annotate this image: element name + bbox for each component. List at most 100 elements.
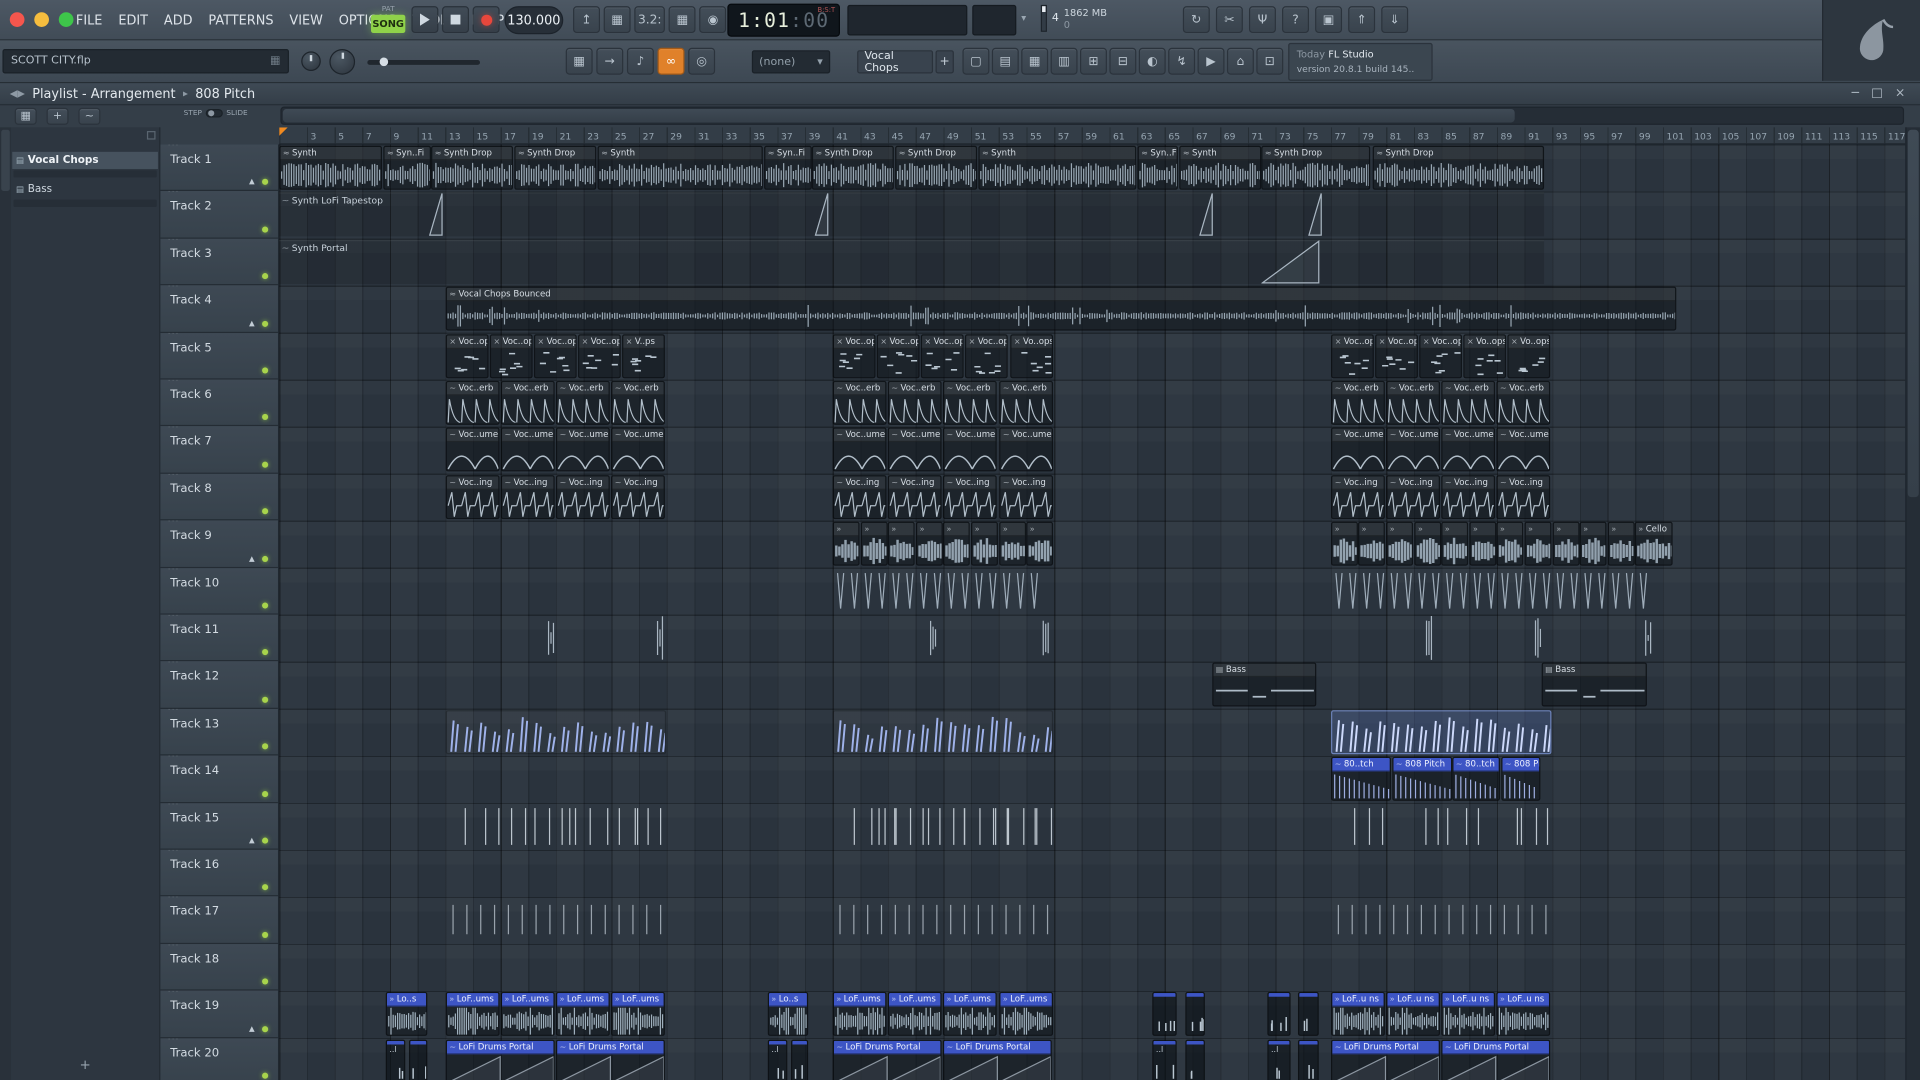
vertical-scroll-thumb[interactable] bbox=[1907, 129, 1919, 498]
clip--l[interactable]: ..l bbox=[767, 1039, 788, 1080]
view-step-seq-icon[interactable]: ▦ bbox=[1021, 47, 1049, 75]
clip-ramp[interactable] bbox=[1308, 192, 1324, 236]
clip-vo-ops[interactable]: × Vo..ops bbox=[1507, 334, 1551, 379]
clip-voc-ops[interactable]: ×Voc..ops bbox=[876, 334, 920, 379]
help-icon[interactable]: ? bbox=[1282, 6, 1309, 34]
clip-voc-ing[interactable]: ~ Voc..ing bbox=[832, 475, 887, 520]
shuffle-slider[interactable] bbox=[367, 57, 480, 67]
view-shop-icon[interactable]: ⊡ bbox=[1256, 47, 1284, 75]
smart-disable-icon[interactable]: ◎ bbox=[688, 47, 716, 75]
view-tempo-tap-icon[interactable]: ◐ bbox=[1138, 47, 1166, 75]
cut-icon[interactable]: ✂ bbox=[1215, 6, 1243, 34]
clip-cello[interactable]: » Cello bbox=[1634, 521, 1673, 566]
clip-vo-ops[interactable]: × Vo..ops bbox=[1463, 334, 1507, 379]
clip-voc-ing[interactable]: ~ Voc..ing bbox=[999, 475, 1054, 520]
menu-item-patterns[interactable]: PATTERNS bbox=[208, 13, 273, 28]
clip-lines15[interactable] bbox=[1331, 804, 1551, 848]
clip-voc-ume[interactable]: ~ Voc..ume bbox=[611, 427, 665, 472]
track-header-4[interactable]: ··· Track 4 ▲ bbox=[160, 282, 278, 333]
clip-hits[interactable] bbox=[1185, 991, 1205, 1036]
clip-synth-portal[interactable]: ~ Synth Portal bbox=[279, 240, 1545, 285]
clip-syn-fi[interactable]: ≈ Syn..Fi bbox=[383, 145, 432, 190]
clip-lines17[interactable] bbox=[446, 898, 666, 942]
clip-blip[interactable] bbox=[1534, 616, 1542, 660]
clip-adrum[interactable]: » bbox=[971, 521, 998, 566]
clip-80-tch[interactable]: ~80..tch bbox=[1452, 756, 1500, 801]
clip-vee[interactable] bbox=[1331, 569, 1662, 613]
clip-voc-ops[interactable]: ×Voc..ops bbox=[533, 334, 577, 379]
play-button[interactable] bbox=[411, 6, 439, 34]
track-mute-led[interactable] bbox=[262, 555, 269, 562]
clip-adrum[interactable]: » bbox=[1441, 521, 1469, 566]
clip-voc-erb[interactable]: ~ Voc..erb bbox=[832, 380, 887, 425]
clip-voc-ume[interactable]: ~ Voc..ume bbox=[445, 427, 500, 472]
view-project-icon[interactable]: ⌂ bbox=[1226, 47, 1254, 75]
note-icon[interactable]: ♪ bbox=[626, 47, 654, 75]
clip-voc-ume[interactable]: ~ Voc..ume bbox=[832, 427, 887, 472]
clip-voc-ops[interactable]: ×Voc..ops bbox=[832, 334, 876, 379]
clip-v-ps[interactable]: × V..ps bbox=[622, 334, 665, 379]
track-header-13[interactable]: ··· Track 13 bbox=[160, 705, 278, 756]
clip-voc-ing[interactable]: ~ Voc..ing bbox=[500, 475, 555, 520]
clip-lofi-drums-portal[interactable]: ~ LoFi Drums Portal bbox=[555, 1039, 665, 1080]
track-header-3[interactable]: ··· Track 3 bbox=[160, 235, 278, 286]
chevron-down-icon[interactable]: ▾ bbox=[1021, 12, 1026, 23]
stop-button[interactable] bbox=[442, 6, 469, 34]
clip-voc-ume[interactable]: ~ Voc..ume bbox=[887, 427, 942, 472]
clip-voc-erb[interactable]: ~ Voc..erb bbox=[999, 380, 1054, 425]
tempo-display[interactable]: 130.000 bbox=[504, 6, 564, 35]
track-mute-led[interactable] bbox=[262, 743, 269, 750]
track-mute-led[interactable] bbox=[262, 367, 269, 374]
marker-display-panel[interactable] bbox=[972, 4, 1017, 36]
view-playlist-icon[interactable]: ▢ bbox=[962, 47, 990, 75]
track-mute-led[interactable] bbox=[262, 508, 269, 515]
step-edit-icon[interactable]: ↥ bbox=[573, 6, 600, 34]
track-mute-led[interactable] bbox=[262, 320, 269, 327]
clip-synth[interactable]: ≈ Synth bbox=[597, 145, 763, 190]
clip-lofi-drums-portal[interactable]: ~ LoFi Drums Portal bbox=[832, 1039, 942, 1080]
clip-lines15[interactable] bbox=[833, 804, 1053, 848]
clip-voc-ume[interactable]: ~ Voc..ume bbox=[999, 427, 1054, 472]
clip-voc-ing[interactable]: ~ Voc..ing bbox=[555, 475, 610, 520]
clip-lof-ums[interactable]: » LoF..ums bbox=[500, 991, 555, 1036]
snap-grid-icon[interactable]: ▦ bbox=[565, 47, 593, 75]
clip-voc-ing[interactable]: ~ Voc..ing bbox=[1441, 475, 1496, 520]
track-header-2[interactable]: ··· Track 2 bbox=[160, 188, 278, 239]
clip-voc-ops[interactable]: ×Voc..ops bbox=[577, 334, 621, 379]
clip-voc-ume[interactable]: ~ Voc..ume bbox=[1441, 427, 1496, 472]
track-header-14[interactable]: ··· Track 14 bbox=[160, 752, 278, 803]
clip-voc-ops[interactable]: ×Voc..ops bbox=[1419, 334, 1463, 379]
clip-lofi-drums-portal[interactable]: ~ LoFi Drums Portal bbox=[1331, 1039, 1440, 1080]
clip-lo-s[interactable]: » Lo..s bbox=[767, 991, 809, 1036]
clip-lofi-drums-portal[interactable]: ~ LoFi Drums Portal bbox=[1441, 1039, 1551, 1080]
microphone-icon[interactable]: Ψ bbox=[1248, 6, 1276, 34]
track-header-12[interactable]: ··· Track 12 bbox=[160, 658, 278, 709]
clip-voc-erb[interactable]: ~ Voc..erb bbox=[611, 380, 665, 425]
track-header-1[interactable]: ··· Track 1 ▲ bbox=[160, 144, 278, 192]
clip-hits[interactable] bbox=[1297, 991, 1319, 1036]
maximize-window-button[interactable]: □ bbox=[1871, 87, 1883, 100]
master-volume-knob[interactable] bbox=[329, 48, 356, 75]
clip-synth-drop[interactable]: ≈ Synth Drop bbox=[811, 145, 894, 190]
clip-voc-erb[interactable]: ~ Voc..erb bbox=[500, 380, 555, 425]
clip-lof-u-ns[interactable]: » LoF..u ns bbox=[1386, 991, 1440, 1036]
clip-adrum[interactable]: » bbox=[1331, 521, 1358, 566]
clip-hits[interactable] bbox=[1185, 1039, 1205, 1080]
pat-mode-label[interactable]: PAT bbox=[371, 5, 405, 14]
clip-blip[interactable] bbox=[1425, 616, 1433, 660]
draw-tool-icon[interactable]: ▦ bbox=[14, 107, 37, 125]
clip-vocal-chops-bounced[interactable]: ≈ Vocal Chops Bounced bbox=[445, 286, 1677, 331]
clip-lofi-drums-portal[interactable]: ~ LoFi Drums Portal bbox=[445, 1039, 555, 1080]
rail-thumb[interactable] bbox=[1, 129, 10, 192]
pattern-item-2[interactable]: ▤ Bass bbox=[12, 181, 158, 198]
channel-selector[interactable]: Vocal Chops bbox=[857, 50, 934, 74]
menu-item-file[interactable]: FILE bbox=[76, 13, 102, 28]
clip-synth[interactable]: ≈ Synth bbox=[978, 145, 1137, 190]
clip-hits[interactable] bbox=[791, 1039, 809, 1080]
clip-voc-ops[interactable]: ×Voc..ops bbox=[1331, 334, 1374, 379]
close-button[interactable] bbox=[9, 12, 25, 27]
pitch-knob[interactable] bbox=[301, 51, 321, 72]
clip-adrum[interactable]: » bbox=[1357, 521, 1385, 566]
clip-syn-fi[interactable]: ≈ Syn..Fi bbox=[764, 145, 812, 190]
track-header-7[interactable]: ··· Track 7 bbox=[160, 423, 278, 474]
